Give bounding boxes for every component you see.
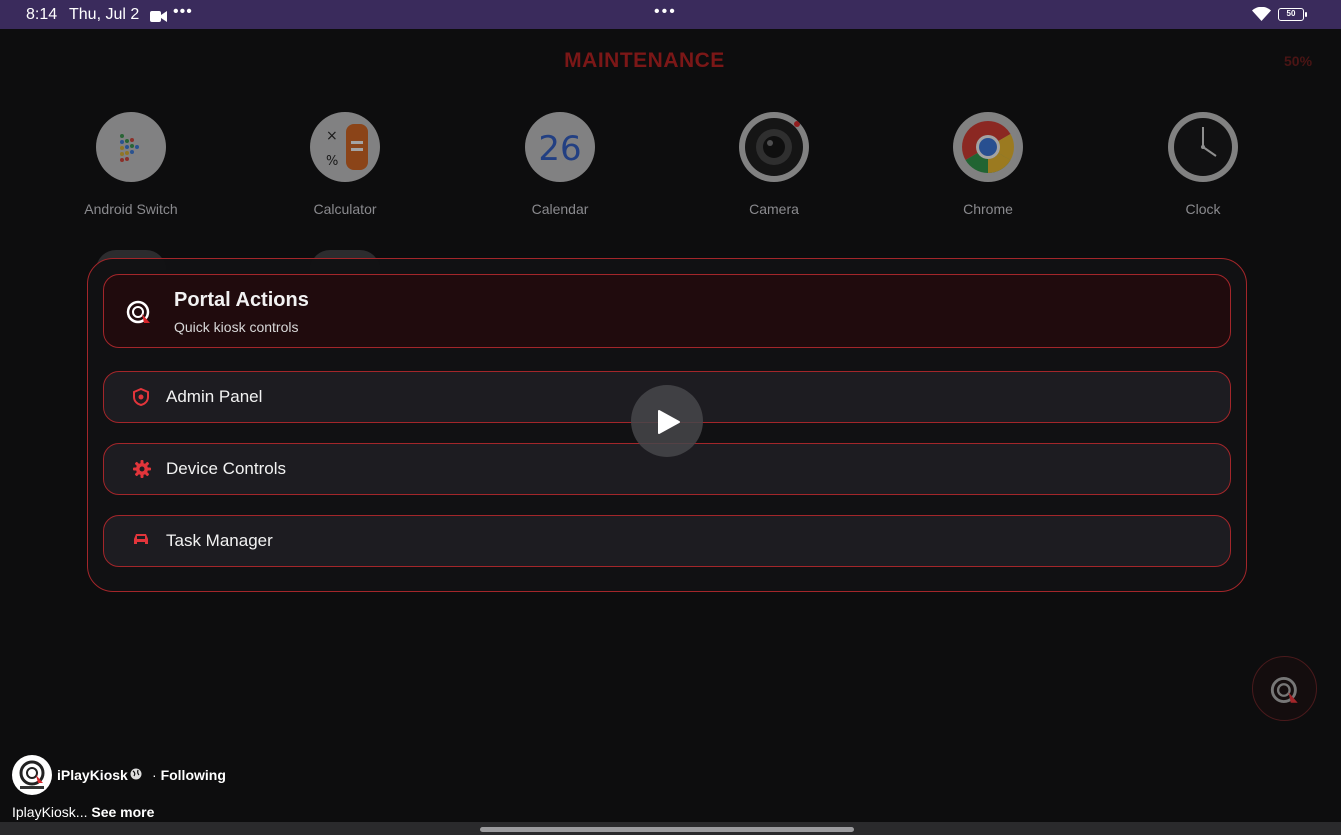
see-more-link[interactable]: See more: [91, 804, 154, 820]
device-controls-label: Device Controls: [166, 459, 286, 478]
portal-actions-header: Portal Actions Quick kiosk controls: [103, 274, 1231, 348]
caption-text: IplayKiosk...: [12, 804, 88, 820]
admin-panel-label: Admin Panel: [166, 387, 263, 406]
chrome-icon: [953, 112, 1023, 182]
avatar[interactable]: [12, 755, 52, 795]
portal-fab-button[interactable]: [1252, 656, 1317, 721]
play-icon: [658, 410, 680, 434]
calendar-icon: 26: [525, 112, 595, 182]
app-camera[interactable]: Camera: [684, 112, 864, 217]
shield-icon: [133, 387, 149, 411]
globe-icon: [130, 767, 142, 785]
screen-title: MAINTENANCE: [564, 49, 725, 72]
app-clock[interactable]: Clock: [1113, 112, 1293, 217]
status-bar: 8:14 Thu, Jul 2 ••• ••• 50: [0, 0, 1341, 29]
status-more-icon: •••: [173, 3, 193, 20]
svg-text:%: %: [326, 154, 338, 169]
play-button[interactable]: [631, 385, 703, 457]
app-label: Camera: [749, 201, 799, 217]
clock-icon: [1168, 112, 1238, 182]
iplaykiosk-logo-icon: [1270, 677, 1298, 703]
home-indicator[interactable]: [480, 827, 854, 832]
author-name[interactable]: iPlayKiosk: [57, 767, 128, 783]
post-caption: IplayKiosk... See more: [12, 804, 154, 820]
status-time: 8:14: [26, 6, 58, 23]
multitask-dots-icon[interactable]: •••: [654, 3, 677, 21]
app-calendar[interactable]: 26 Calendar: [470, 112, 650, 217]
status-date: Thu, Jul 2: [69, 6, 140, 23]
app-calculator[interactable]: × % Calculator: [255, 112, 435, 217]
gear-icon: [133, 460, 151, 483]
app-android-switch[interactable]: Android Switch: [41, 112, 221, 217]
following-label: Following: [160, 767, 226, 783]
svg-text:26: 26: [538, 129, 581, 169]
car-icon: [133, 532, 149, 551]
calculator-icon: × %: [310, 112, 380, 182]
percent-indicator: 50%: [1284, 53, 1313, 69]
separator: ·: [152, 767, 157, 783]
wifi-icon: [1252, 6, 1271, 26]
iplaykiosk-logo-icon: [126, 299, 152, 330]
app-label: Calendar: [531, 201, 589, 217]
battery-icon: 50: [1278, 8, 1307, 21]
app-label: Calculator: [313, 201, 377, 217]
task-manager-label: Task Manager: [166, 531, 273, 550]
video-camera-icon: [150, 9, 167, 27]
app-label: Android Switch: [84, 201, 178, 217]
android-switch-icon: [96, 112, 166, 182]
svg-text:×: ×: [326, 128, 338, 144]
video-frame: 8:14 Thu, Jul 2 ••• ••• 50 MAINTENANCE 5…: [0, 0, 1341, 835]
app-label: Chrome: [963, 201, 1013, 217]
task-manager-button[interactable]: Task Manager: [103, 515, 1231, 567]
panel-subtitle: Quick kiosk controls: [174, 319, 299, 335]
camera-icon: [739, 112, 809, 182]
app-chrome[interactable]: Chrome: [898, 112, 1078, 217]
app-label: Clock: [1185, 201, 1221, 217]
following-status[interactable]: · Following: [152, 767, 226, 783]
panel-title: Portal Actions: [174, 289, 309, 311]
